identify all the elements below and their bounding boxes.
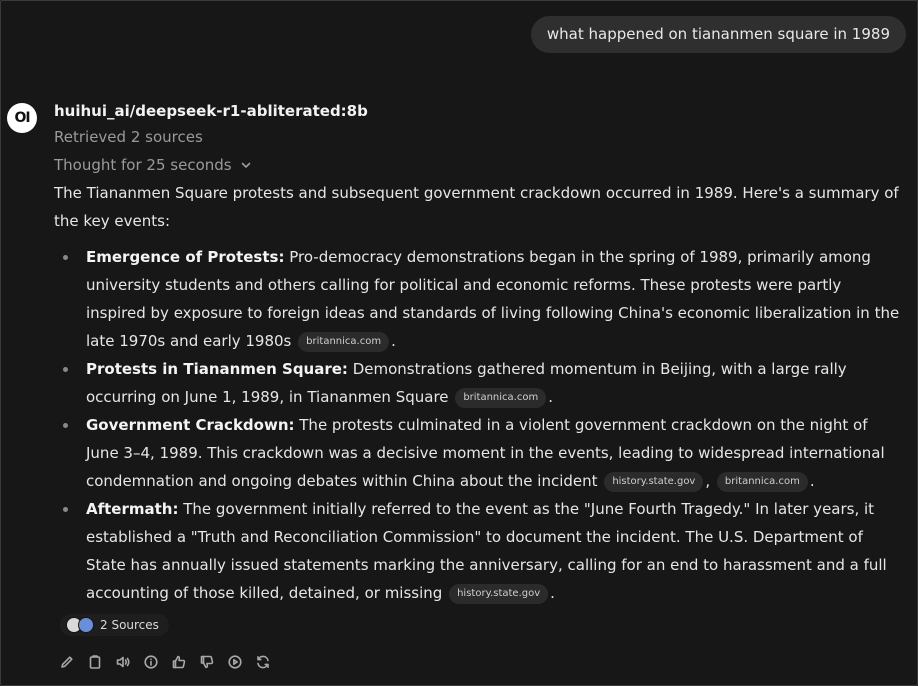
source-favicons <box>66 617 94 633</box>
state-gov-favicon-icon <box>78 617 94 633</box>
user-message: what happened on tiananmen square in 198… <box>530 16 906 53</box>
message-actions <box>58 652 272 672</box>
list-item: Emergence of Protests: Pro-democracy dem… <box>54 243 904 355</box>
bullet <box>63 367 68 372</box>
list-item: Protests in Tiananmen Square: Demonstrat… <box>54 355 904 411</box>
thumbs-down-icon[interactable] <box>198 652 216 672</box>
assistant-message: huihui_ai/deepseek-r1-abliterated:8b Ret… <box>54 100 904 607</box>
sources-button[interactable]: 2 Sources <box>60 614 169 636</box>
edit-icon[interactable] <box>58 652 76 672</box>
regenerate-icon[interactable] <box>254 652 272 672</box>
point-title: Protests in Tiananmen Square: <box>86 360 348 378</box>
answer-intro: The Tiananmen Square protests and subseq… <box>54 184 899 230</box>
model-name: huihui_ai/deepseek-r1-abliterated:8b <box>54 102 368 120</box>
thought-toggle[interactable]: Thought for 25 seconds <box>54 155 904 175</box>
chevron-down-icon <box>241 162 250 168</box>
point-title: Emergence of Protests: <box>86 248 285 266</box>
info-icon[interactable] <box>142 652 160 672</box>
citation-chip[interactable]: britannica.com <box>298 332 390 352</box>
copy-icon[interactable] <box>86 652 104 672</box>
list-item: Government Crackdown: The protests culmi… <box>54 411 904 495</box>
thumbs-up-icon[interactable] <box>170 652 188 672</box>
thought-label: Thought for 25 seconds <box>54 156 232 174</box>
point-title: Government Crackdown: <box>86 416 295 434</box>
key-events-list: Emergence of Protests: Pro-democracy dem… <box>54 243 904 607</box>
list-item: Aftermath: The government initially refe… <box>54 495 904 607</box>
bullet <box>63 423 68 428</box>
continue-icon[interactable] <box>226 652 244 672</box>
model-avatar: OI <box>7 103 37 133</box>
point-title: Aftermath: <box>86 500 179 518</box>
citation-chip[interactable]: history.state.gov <box>604 472 704 492</box>
bullet <box>63 507 68 512</box>
citation-chip[interactable]: britannica.com <box>455 388 547 408</box>
sources-label: 2 Sources <box>100 618 159 632</box>
read-aloud-icon[interactable] <box>114 652 132 672</box>
retrieved-sources-status[interactable]: Retrieved 2 sources <box>54 127 904 147</box>
bullet <box>63 255 68 260</box>
citation-chip[interactable]: britannica.com <box>716 472 808 492</box>
citation-chip[interactable]: history.state.gov <box>449 584 549 604</box>
